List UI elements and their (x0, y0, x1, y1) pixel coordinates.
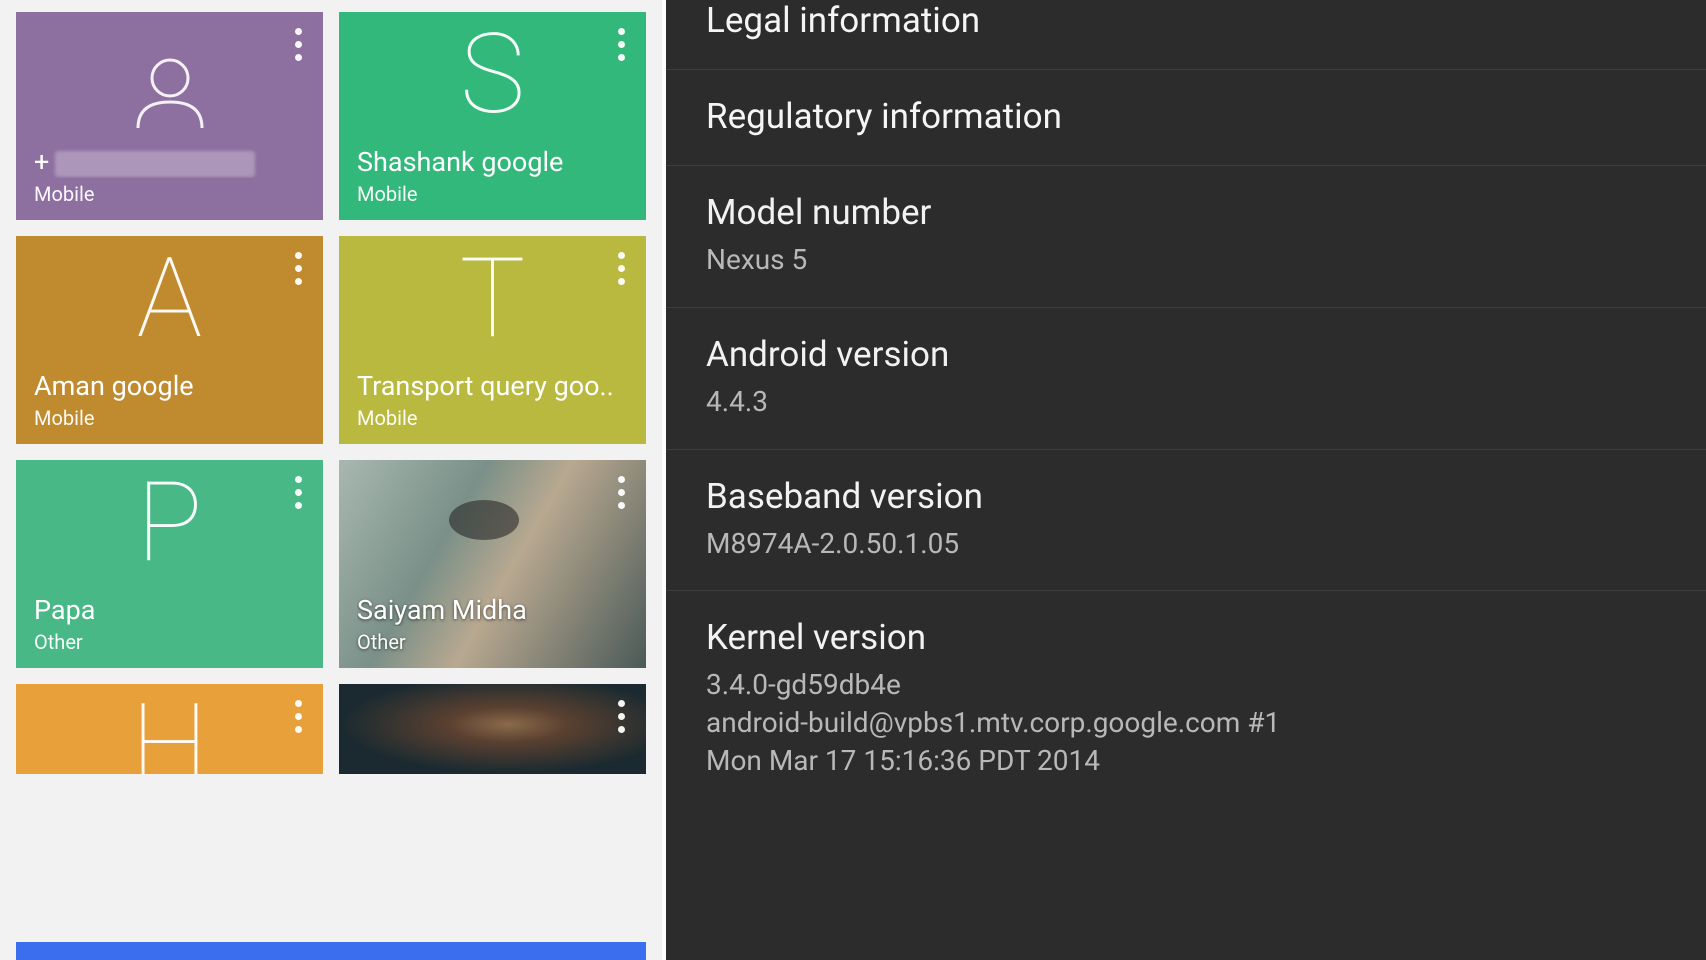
contact-type: Other (34, 630, 305, 654)
more-icon[interactable] (604, 470, 638, 514)
setting-title: Regulatory information (706, 96, 1666, 137)
setting-title: Android version (706, 334, 1666, 375)
contact-name: Transport query goo.. (357, 370, 628, 402)
more-icon[interactable] (281, 22, 315, 66)
contact-name: Aman google (34, 370, 305, 402)
setting-value: M8974A-2.0.50.1.05 (706, 525, 1666, 563)
setting-title: Legal information (706, 0, 1666, 41)
contact-type: Mobile (34, 182, 305, 206)
contact-card-aman[interactable]: A Aman google Mobile (16, 236, 323, 444)
setting-kernel-version[interactable]: Kernel version 3.4.0-gd59db4e android-bu… (666, 591, 1706, 807)
contact-type: Mobile (34, 406, 305, 430)
setting-title: Baseband version (706, 476, 1666, 517)
contacts-grid: + Mobile S Shashank google Mobile A Aman… (0, 12, 662, 774)
bottom-banner (16, 942, 646, 960)
more-icon[interactable] (604, 246, 638, 290)
more-icon[interactable] (604, 694, 638, 738)
setting-model-number[interactable]: Model number Nexus 5 (666, 166, 1706, 308)
contact-initial: T (460, 244, 526, 354)
contact-type: Mobile (357, 406, 628, 430)
contact-name: Saiyam Midha (357, 594, 628, 626)
redacted-text (55, 151, 255, 177)
setting-value: 4.4.3 (706, 383, 1666, 421)
contact-initial: S (460, 20, 525, 130)
setting-regulatory-information[interactable]: Regulatory information (666, 70, 1706, 166)
setting-android-version[interactable]: Android version 4.4.3 (666, 308, 1706, 450)
setting-title: Kernel version (706, 617, 1666, 658)
contact-card-partial-photo[interactable] (339, 684, 646, 774)
setting-value: 3.4.0-gd59db4e android-build@vpbs1.mtv.c… (706, 666, 1666, 779)
contact-initial: P (136, 468, 202, 578)
setting-baseband-version[interactable]: Baseband version M8974A-2.0.50.1.05 (666, 450, 1706, 592)
contact-card-shashank[interactable]: S Shashank google Mobile (339, 12, 646, 220)
contact-photo (339, 684, 646, 774)
person-icon (124, 46, 216, 142)
setting-title: Model number (706, 192, 1666, 233)
contact-name: Shashank google (357, 146, 628, 178)
contacts-panel: + Mobile S Shashank google Mobile A Aman… (0, 0, 666, 960)
contact-initial: A (137, 244, 203, 354)
more-icon[interactable] (281, 470, 315, 514)
contact-card-saiyam[interactable]: Saiyam Midha Other (339, 460, 646, 668)
contact-card-redacted[interactable]: + Mobile (16, 12, 323, 220)
setting-legal-information[interactable]: Legal information (666, 0, 1706, 70)
contact-name: Papa (34, 594, 305, 626)
more-icon[interactable] (281, 694, 315, 738)
more-icon[interactable] (281, 246, 315, 290)
contact-card-papa[interactable]: P Papa Other (16, 460, 323, 668)
settings-panel: Legal information Regulatory information… (666, 0, 1706, 960)
contact-type: Mobile (357, 182, 628, 206)
contact-initial: H (131, 690, 208, 774)
contact-card-partial-h[interactable]: H (16, 684, 323, 774)
sunglasses-shape (449, 500, 519, 540)
more-icon[interactable] (604, 22, 638, 66)
contact-name: + (34, 146, 305, 178)
contact-card-transport[interactable]: T Transport query goo.. Mobile (339, 236, 646, 444)
setting-value: Nexus 5 (706, 241, 1666, 279)
contact-type: Other (357, 630, 628, 654)
